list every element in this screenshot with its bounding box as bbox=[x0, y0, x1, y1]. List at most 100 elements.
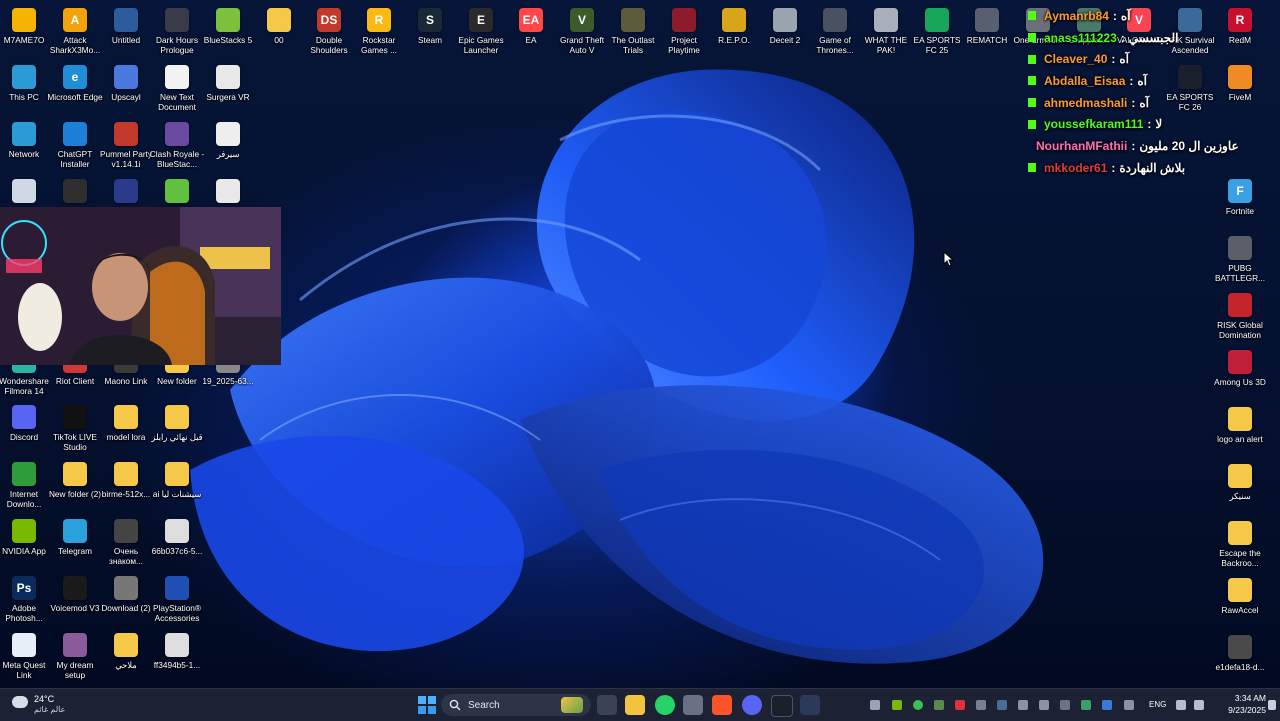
weather-widget[interactable]: 24°C عالم غائم bbox=[10, 693, 120, 717]
snipping-tool-icon[interactable] bbox=[683, 695, 703, 715]
desktop-icon[interactable]: S Steam bbox=[405, 4, 455, 45]
desktop-icon[interactable]: REMATCH bbox=[962, 4, 1012, 45]
desktop-icon[interactable]: PUBG BATTLEGR... bbox=[1215, 232, 1265, 283]
desktop-icon[interactable]: EA EA bbox=[506, 4, 556, 45]
desktop-icon[interactable]: e Microsoft Edge bbox=[47, 61, 103, 102]
tray-green-icon[interactable] bbox=[913, 700, 923, 710]
discord-taskbar-icon[interactable] bbox=[742, 695, 762, 715]
desktop-icon[interactable]: V Grand Theft Auto V bbox=[557, 4, 607, 55]
clock[interactable]: 3:34 AM 9/23/2025 bbox=[1210, 692, 1266, 716]
desktop-icon[interactable]: Deceit 2 bbox=[760, 4, 810, 45]
desktop-icon[interactable]: EA SPORTS FC 25 bbox=[912, 4, 962, 55]
desktop-icon[interactable]: Очень знаком... bbox=[101, 515, 151, 566]
tray-microphone-icon[interactable] bbox=[1124, 700, 1134, 710]
desktop-icon[interactable]: 00 bbox=[254, 4, 304, 45]
desktop-icon[interactable]: ChatGPT Installer bbox=[50, 118, 100, 169]
app-icon bbox=[12, 8, 36, 32]
desktop-icon[interactable]: Project Playtime bbox=[659, 4, 709, 55]
desktop-icon-label: BlueStacks 5 bbox=[203, 35, 253, 45]
desktop-icon[interactable]: My dream setup bbox=[50, 629, 100, 680]
desktop-icon[interactable]: New folder (2) bbox=[49, 458, 101, 499]
desktop-icon[interactable]: Among Us 3D bbox=[1214, 346, 1266, 387]
tray-steam-icon[interactable] bbox=[997, 700, 1007, 710]
tray-security-icon[interactable] bbox=[1102, 700, 1112, 710]
desktop-icon[interactable]: e1defa18-d... bbox=[1215, 631, 1265, 672]
desktop-icon[interactable]: Game of Thrones... bbox=[810, 4, 860, 55]
desktop-icon[interactable]: Clash Royale - BlueStac... bbox=[150, 118, 204, 169]
desktop-icon[interactable]: Pummel Party v1.14.1i bbox=[100, 118, 152, 169]
volume-icon[interactable] bbox=[1194, 700, 1204, 710]
desktop-icon[interactable]: Meta Quest Link bbox=[0, 629, 49, 680]
desktop-icon[interactable]: WHAT THE PAK! bbox=[861, 4, 911, 55]
desktop-icon[interactable]: F Fortnite bbox=[1215, 175, 1265, 216]
brave-browser-icon[interactable] bbox=[712, 695, 732, 715]
desktop-icon[interactable]: logo an alert bbox=[1215, 403, 1265, 444]
desktop-icon[interactable]: E Epic Games Launcher bbox=[456, 4, 506, 55]
desktop-icon[interactable]: Network bbox=[0, 118, 49, 159]
tray-usb-icon[interactable] bbox=[1039, 700, 1049, 710]
tray-settings-icon[interactable] bbox=[870, 700, 880, 710]
tray-nvidia-icon[interactable] bbox=[892, 700, 902, 710]
app-icon bbox=[12, 179, 36, 203]
desktop-icon[interactable]: Ps Adobe Photosh... bbox=[0, 572, 49, 623]
network-icon[interactable] bbox=[1176, 700, 1186, 710]
desktop-icon[interactable]: The Outlast Trials bbox=[608, 4, 658, 55]
desktop-icon[interactable]: Escape the Backroo... bbox=[1215, 517, 1265, 568]
desktop-icon[interactable]: BlueStacks 5 bbox=[203, 4, 253, 45]
desktop-icon[interactable]: M7AME7O bbox=[0, 4, 49, 45]
desktop-icon[interactable]: birme-512x... bbox=[101, 458, 151, 499]
chat-username: Abdalla_Eisaa bbox=[1044, 73, 1126, 88]
app-icon bbox=[12, 462, 36, 486]
desktop-icon[interactable]: ff3494b5-1... bbox=[152, 629, 202, 670]
desktop-icon[interactable]: قبل نهائي رابلز bbox=[151, 401, 203, 442]
desktop-icon[interactable]: 66b037c6-5... bbox=[152, 515, 202, 556]
desktop-icon[interactable]: ai سيشنات ليا bbox=[152, 458, 202, 499]
tray-update-icon[interactable] bbox=[1081, 700, 1091, 710]
desktop-icon-label: model lora bbox=[106, 432, 146, 442]
tray-minus-icon[interactable] bbox=[1060, 700, 1070, 710]
desktop-icon[interactable]: This PC bbox=[0, 61, 49, 102]
desktop-icon[interactable]: RawAccel bbox=[1215, 574, 1265, 615]
desktop-icon-label: Fortnite bbox=[1225, 206, 1255, 216]
desktop-icon[interactable]: A Attack SharkX3Mo... bbox=[50, 4, 100, 55]
desktop-icon[interactable]: سيرفر bbox=[203, 118, 253, 159]
desktop-icon[interactable]: ملاحي bbox=[101, 629, 151, 670]
notifications-icon[interactable] bbox=[1268, 700, 1276, 710]
desktop-icon[interactable]: PlayStation® Accessories bbox=[152, 572, 202, 623]
taskbar-search-box[interactable]: Search bbox=[441, 694, 591, 716]
desktop-icon-label: 19_2025-63... bbox=[202, 376, 254, 386]
desktop-icon[interactable]: R.E.P.O. bbox=[709, 4, 759, 45]
desktop-icon[interactable]: New Text Document bbox=[152, 61, 202, 112]
desktop-icon[interactable]: model lora bbox=[101, 401, 151, 442]
desktop-icon[interactable]: Dark Hours Prologue bbox=[152, 4, 202, 55]
desktop-icon[interactable]: NVIDIA App bbox=[0, 515, 49, 556]
whatsapp-icon[interactable] bbox=[655, 695, 675, 715]
tray-display-icon[interactable] bbox=[1018, 700, 1028, 710]
desktop-icon[interactable]: Discord bbox=[0, 401, 49, 442]
start-button[interactable] bbox=[417, 695, 437, 715]
desktop-icon[interactable]: RISK Global Domination bbox=[1215, 289, 1265, 340]
task-view-icon[interactable] bbox=[597, 695, 617, 715]
desktop-icon[interactable]: DS Double Shoulders bbox=[304, 4, 354, 55]
chat-message: anass111223: الجبسسي bbox=[1026, 27, 1226, 49]
chat-message: Aymanrb84: آه bbox=[1026, 5, 1226, 27]
tray-record-icon[interactable] bbox=[976, 700, 986, 710]
tray-app-icon[interactable] bbox=[934, 700, 944, 710]
desktop-icon[interactable]: TikTok LIVE Studio bbox=[50, 401, 100, 452]
desktop-icon[interactable]: R Rockstar Games ... bbox=[354, 4, 404, 55]
desktop-icon[interactable]: Upscayl bbox=[101, 61, 151, 102]
desktop-icon[interactable]: Voicemod V3 bbox=[50, 572, 100, 613]
app-icon: E bbox=[469, 8, 493, 32]
steam-taskbar-icon[interactable] bbox=[800, 695, 820, 715]
desktop-icon[interactable]: Download (2) bbox=[101, 572, 151, 613]
desktop-icon[interactable]: Surgera VR bbox=[203, 61, 253, 102]
tray-red-icon[interactable] bbox=[955, 700, 965, 710]
terminal-icon[interactable] bbox=[771, 695, 793, 717]
desktop-icon[interactable]: Telegram bbox=[50, 515, 100, 556]
desktop[interactable]: M7AME7O A Attack SharkX3Mo... Untitled Dark … bbox=[0, 0, 1280, 688]
file-explorer-icon[interactable] bbox=[625, 695, 645, 715]
desktop-icon[interactable]: Internet Downlo... bbox=[0, 458, 49, 509]
desktop-icon[interactable]: Untitled bbox=[101, 4, 151, 45]
language-indicator[interactable]: ENG bbox=[1149, 700, 1166, 709]
desktop-icon[interactable]: سنيكر bbox=[1215, 460, 1265, 501]
